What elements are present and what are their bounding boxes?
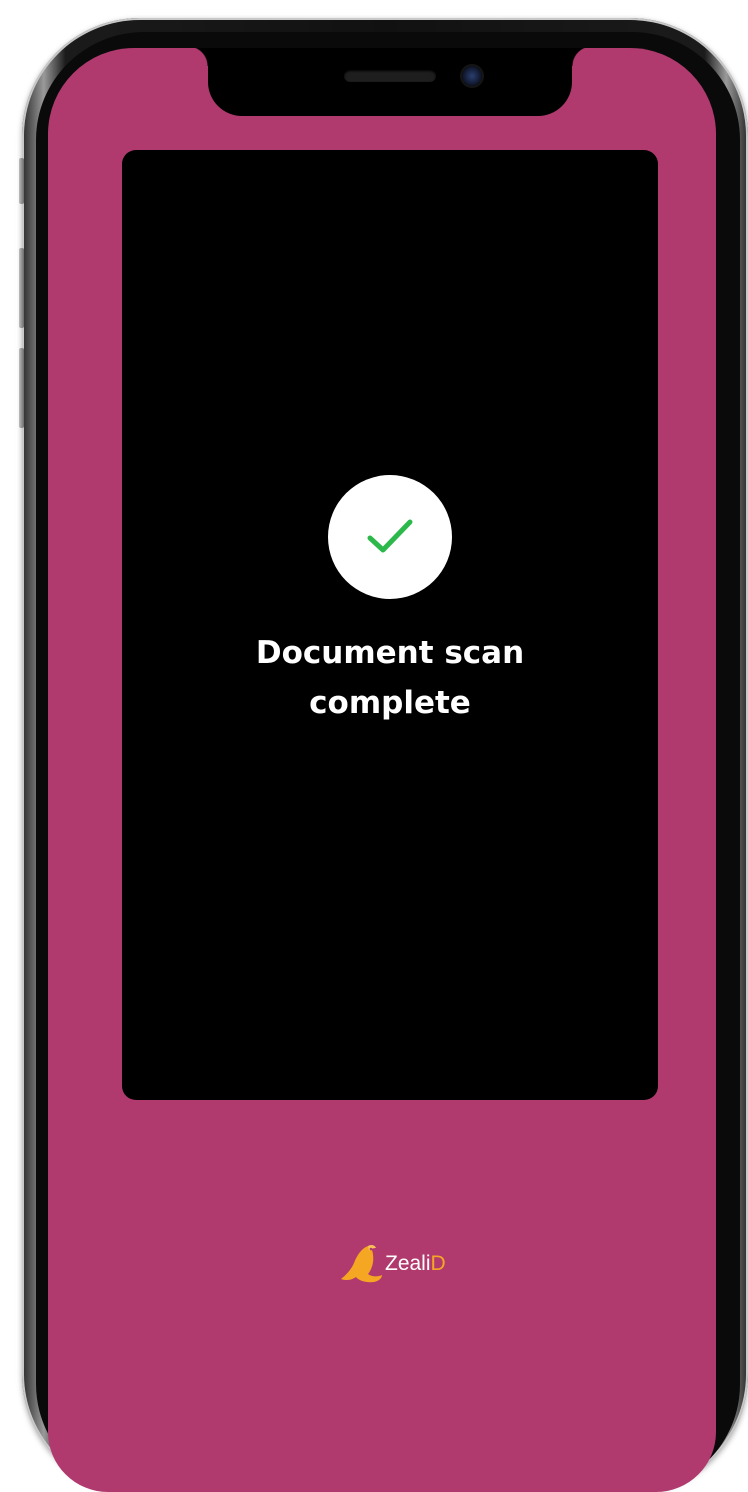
brand-name: ZealiD	[385, 1252, 446, 1276]
brand-logo: ZealiD	[338, 1242, 446, 1286]
volume-down-button	[19, 348, 24, 428]
earpiece-speaker	[344, 70, 436, 82]
brand-name-zeali: Zeali	[385, 1252, 431, 1275]
message-line-1: Document scan	[255, 635, 525, 671]
scan-result-panel: Document scan complete	[122, 150, 658, 1100]
scan-complete-message: Document scan complete	[122, 628, 658, 728]
seal-logo-icon	[341, 1244, 382, 1283]
success-badge	[328, 475, 452, 599]
front-camera	[462, 66, 482, 86]
checkmark-icon	[367, 519, 413, 553]
volume-up-button	[19, 248, 24, 328]
app-screen: Document scan complete ZealiD	[48, 48, 716, 1492]
message-line-2: complete	[309, 685, 471, 721]
silent-switch	[19, 158, 24, 204]
notch	[188, 48, 592, 116]
brand-name-d: D	[430, 1252, 446, 1275]
